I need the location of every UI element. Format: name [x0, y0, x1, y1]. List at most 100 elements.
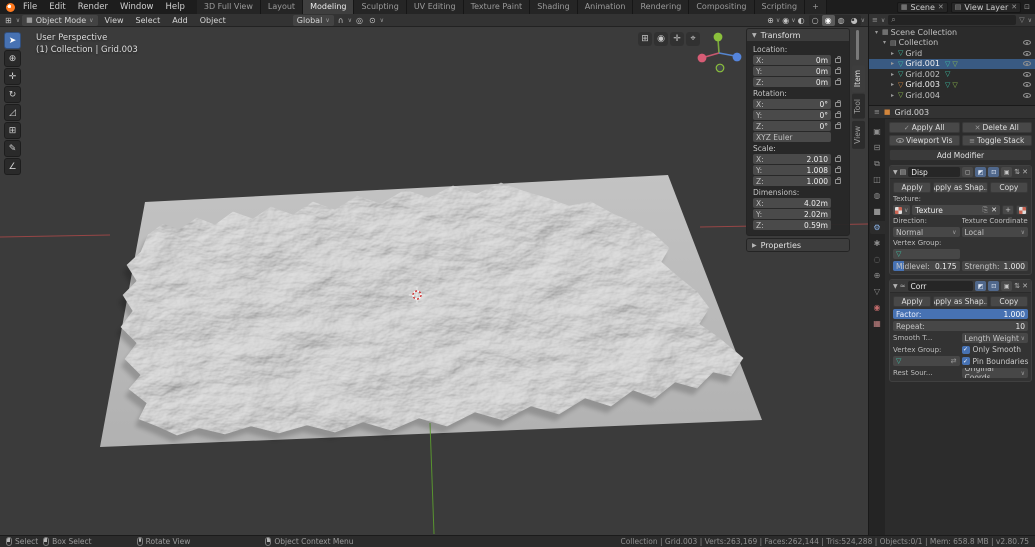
properties-panel-header[interactable]: ▶ Properties: [747, 239, 849, 251]
transform-panel-header[interactable]: ▼ Transform: [747, 29, 849, 41]
outliner-row-collection[interactable]: ▾ ▤ Collection: [869, 38, 1035, 49]
scale-z-field[interactable]: Z:1.000: [753, 176, 831, 186]
lock-icon[interactable]: [835, 58, 841, 63]
eye-icon[interactable]: [1023, 72, 1031, 77]
texture-copy-icon[interactable]: ⎘: [983, 206, 989, 215]
workspace-tab-rendering[interactable]: Rendering: [633, 0, 689, 14]
outliner-filter-icon[interactable]: ▽: [1019, 16, 1024, 24]
view-camera-button[interactable]: ◉: [654, 32, 668, 46]
vertex-group-field[interactable]: ▽⇄: [893, 356, 960, 366]
editor-type-icon[interactable]: ⊞: [3, 16, 14, 25]
add-workspace-button[interactable]: +: [805, 0, 827, 14]
tool-measure[interactable]: ∠: [4, 158, 21, 175]
menu-file[interactable]: File: [17, 0, 43, 14]
remove-modifier-icon[interactable]: ✕: [1022, 168, 1028, 176]
location-z-field[interactable]: Z:0m: [753, 77, 831, 87]
smooth-apply-button[interactable]: Apply: [893, 296, 931, 307]
render-toggle[interactable]: ▣: [1001, 281, 1012, 291]
outliner-row-grid-004[interactable]: ▸ ▽ Grid.004: [869, 90, 1035, 101]
pin-boundaries-checkbox-row[interactable]: ✓Pin Boundaries: [962, 357, 1029, 366]
rotation-y-field[interactable]: Y:0°: [753, 110, 831, 120]
tree-closed-icon[interactable]: ▸: [889, 71, 896, 78]
displace-copy-button[interactable]: Copy: [990, 182, 1028, 193]
lock-icon[interactable]: [835, 80, 841, 85]
xray-toggle-icon[interactable]: ◐: [796, 16, 807, 25]
factor-slider[interactable]: Factor:1.000: [893, 309, 1028, 319]
workspace-tab-compositing[interactable]: Compositing: [689, 0, 754, 14]
outliner-row-grid-002[interactable]: ▸ ▽ Grid.002 ▽: [869, 69, 1035, 80]
eye-icon[interactable]: [1023, 40, 1031, 45]
panel-open-icon[interactable]: ▼: [893, 169, 898, 176]
navigation-gizmo[interactable]: [698, 33, 742, 72]
apply-all-button[interactable]: ✓Apply All: [889, 122, 960, 133]
vertex-group-field[interactable]: ▽: [893, 249, 960, 259]
eye-icon[interactable]: [1023, 51, 1031, 56]
add-modifier-dropdown[interactable]: Add Modifier: [889, 149, 1032, 161]
tool-transform[interactable]: ⊞: [4, 122, 21, 139]
viewport-3d[interactable]: User Perspective (1) Collection | Grid.0…: [0, 27, 868, 535]
texture-name-field[interactable]: Texture ⎘ ✕: [912, 205, 1000, 215]
particles-tab-icon[interactable]: ✱: [870, 237, 885, 250]
physics-tab-icon[interactable]: ◌: [870, 253, 885, 266]
snap-caret-icon[interactable]: ∨: [348, 17, 352, 24]
view-menu[interactable]: View: [100, 16, 129, 25]
constraints-tab-icon[interactable]: ⊕: [870, 269, 885, 282]
transform-orientation-dropdown[interactable]: Global ∨: [293, 15, 334, 26]
workspace-tab-uv-editing[interactable]: UV Editing: [407, 0, 464, 14]
pivot-point-icon[interactable]: ⊙: [367, 16, 378, 25]
workspace-tab-3d-full-view[interactable]: 3D Full View: [197, 0, 261, 14]
render-toggle[interactable]: ▣: [1001, 167, 1012, 177]
lock-icon[interactable]: [835, 113, 841, 118]
displace-name-field[interactable]: Disp: [908, 167, 960, 177]
texture-show-button[interactable]: [1016, 205, 1028, 215]
tool-annotate[interactable]: ✎: [4, 140, 21, 157]
texture-browse-chip[interactable]: ∨: [893, 205, 910, 215]
texture-unlink-icon[interactable]: ✕: [991, 206, 997, 214]
material-tab-icon[interactable]: ◉: [870, 301, 885, 314]
menu-window[interactable]: Window: [114, 0, 160, 14]
show-overlays-icon[interactable]: ◉: [780, 16, 791, 25]
workspace-tab-texture-paint[interactable]: Texture Paint: [464, 0, 531, 14]
n-panel-tab-view[interactable]: View: [852, 121, 865, 149]
outliner-editor-icon[interactable]: ≡: [872, 16, 878, 24]
eye-icon[interactable]: [1023, 82, 1031, 87]
midlevel-slider[interactable]: Midlevel:0.175: [893, 261, 960, 271]
lock-icon[interactable]: [835, 124, 841, 129]
tool-cursor[interactable]: ⊕: [4, 50, 21, 67]
pivot-caret-icon[interactable]: ∨: [380, 17, 384, 24]
outliner-row-grid-003[interactable]: ▸ ▽ Grid.003 ▽ ▽: [869, 80, 1035, 91]
repeat-field[interactable]: Repeat:10: [893, 321, 1028, 331]
smooth-apply-as-shapekey-button[interactable]: Apply as Shap...: [933, 296, 987, 307]
shading-rendered-icon[interactable]: ◕: [848, 15, 861, 26]
direction-dropdown[interactable]: Normal∨: [893, 227, 960, 237]
viewport-3d-scene[interactable]: [0, 27, 868, 535]
workspace-tab-layout[interactable]: Layout: [261, 0, 303, 14]
scene-tab-icon[interactable]: ◫: [870, 173, 885, 186]
invert-vgroup-icon[interactable]: ⇄: [951, 357, 957, 365]
scale-x-field[interactable]: X:2.010: [753, 154, 831, 164]
tree-open-icon[interactable]: ▾: [881, 39, 888, 46]
realtime-toggle[interactable]: ⊡: [988, 167, 999, 177]
object-data-tab-icon[interactable]: ▽: [870, 285, 885, 298]
scene-selector[interactable]: ▦ Scene ✕: [897, 2, 948, 13]
shading-caret-icon[interactable]: ∨: [861, 17, 865, 24]
lock-icon[interactable]: [835, 179, 841, 184]
lock-icon[interactable]: [835, 168, 841, 173]
checkbox-checked-icon[interactable]: ✓: [962, 357, 970, 365]
add-menu[interactable]: Add: [167, 16, 193, 25]
displace-apply-button[interactable]: Apply: [893, 182, 931, 193]
tool-rotate[interactable]: ↻: [4, 86, 21, 103]
shading-wireframe-icon[interactable]: ○: [809, 15, 822, 26]
realtime-toggle[interactable]: ⊡: [988, 281, 999, 291]
modifiers-tab-wrench-icon[interactable]: ⚙: [870, 221, 885, 234]
texture-coordinates-dropdown[interactable]: Local∨: [962, 227, 1029, 237]
only-smooth-checkbox-row[interactable]: ✓Only Smooth: [962, 345, 1029, 354]
tool-scale[interactable]: ◿: [4, 104, 21, 121]
shading-solid-icon[interactable]: ◉: [822, 15, 835, 26]
mode-dropdown[interactable]: ■ Object Mode ∨: [22, 15, 97, 26]
rest-source-dropdown[interactable]: Original Coords∨: [962, 368, 1029, 378]
world-tab-icon[interactable]: ◍: [870, 189, 885, 202]
panel-open-icon[interactable]: ▼: [893, 283, 898, 290]
scale-y-field[interactable]: Y:1.008: [753, 165, 831, 175]
strength-slider[interactable]: Strength:1.000: [962, 261, 1029, 271]
